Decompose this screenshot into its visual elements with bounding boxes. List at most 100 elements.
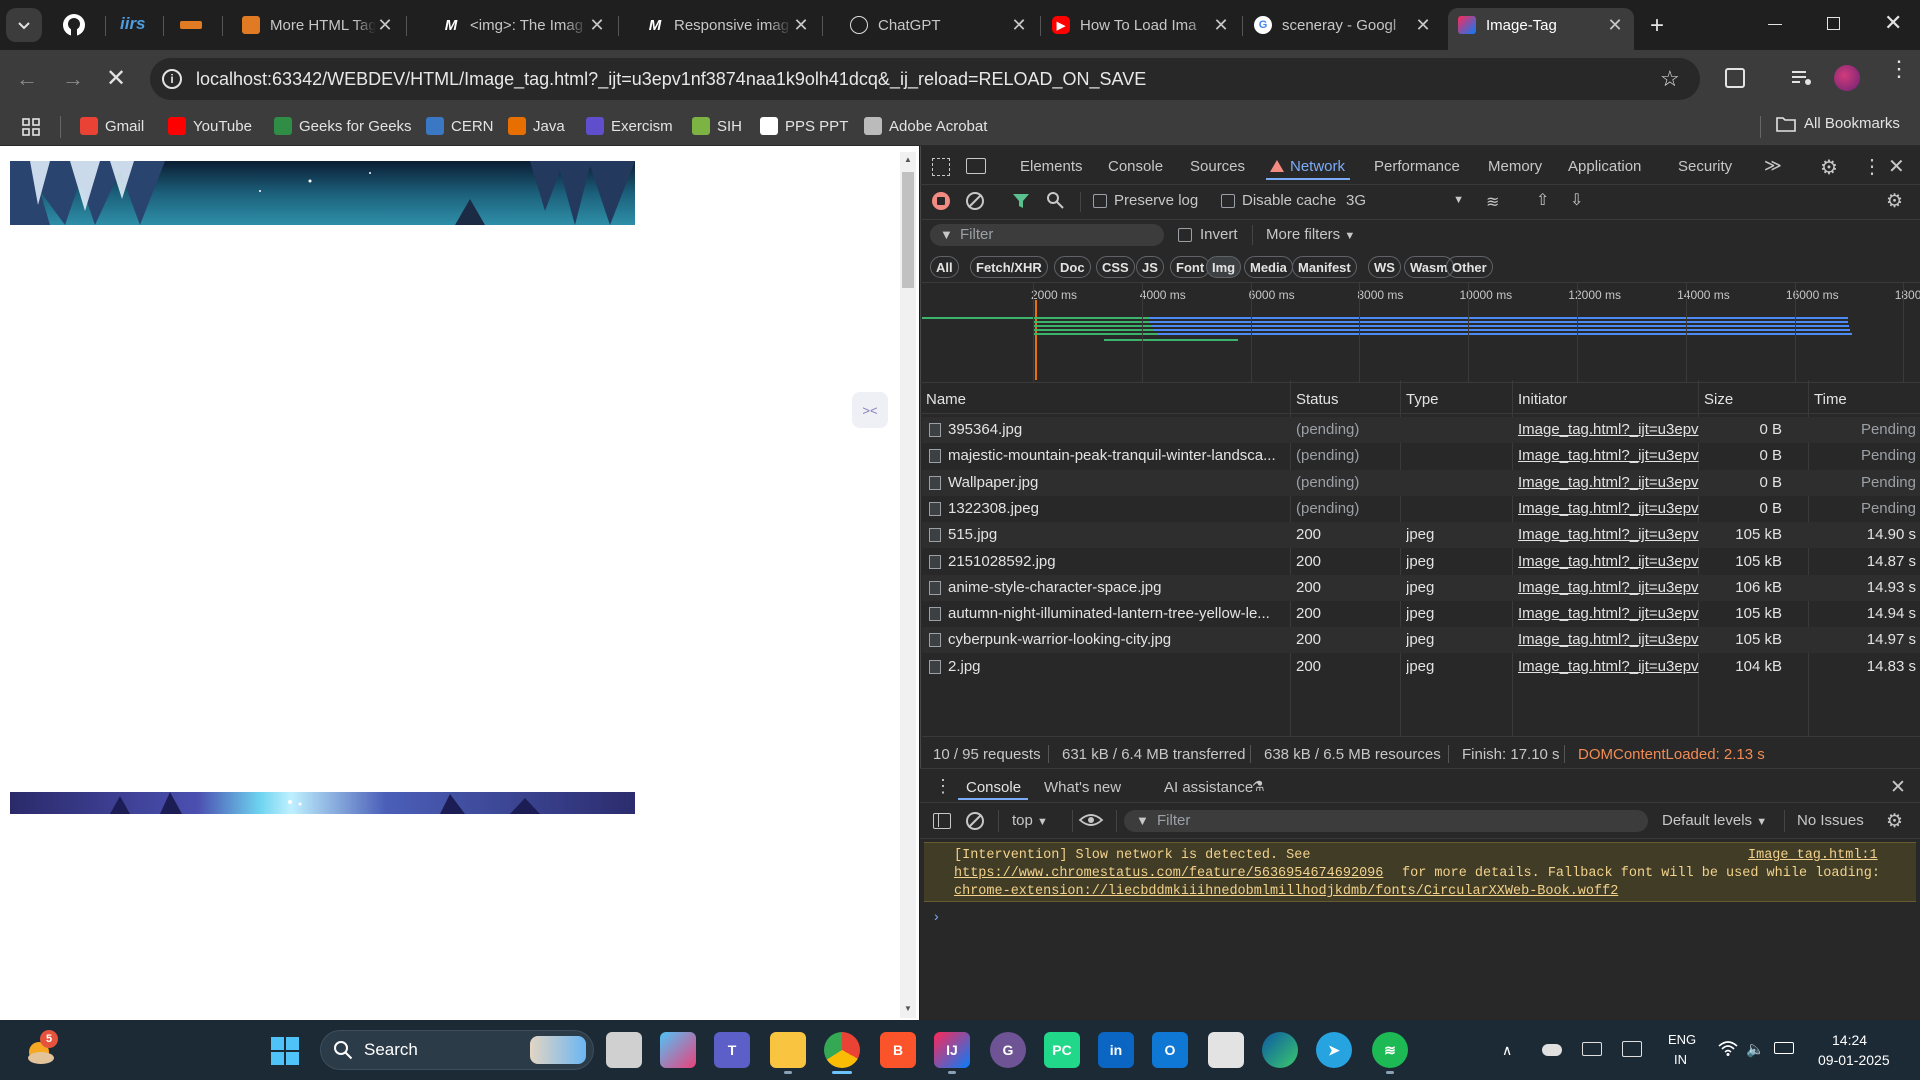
page-image-1[interactable]: [10, 161, 635, 225]
network-conditions-icon[interactable]: ≋: [1486, 192, 1499, 212]
request-row[interactable]: majestic-mountain-peak-tranquil-winter-l…: [922, 443, 1920, 469]
record-button[interactable]: [932, 192, 950, 210]
tab-4[interactable]: M <img>: The Imag ✕: [432, 8, 616, 42]
type-filter-css[interactable]: CSS: [1096, 256, 1135, 278]
search-icon[interactable]: [1046, 191, 1064, 209]
store-icon[interactable]: [1208, 1032, 1244, 1068]
all-bookmarks[interactable]: All Bookmarks: [1776, 115, 1900, 132]
task-view-icon[interactable]: [606, 1032, 642, 1068]
forward-button[interactable]: →: [62, 66, 84, 92]
type-filter-img[interactable]: Img: [1206, 256, 1242, 278]
scroll-down-arrow[interactable]: ▼: [904, 1004, 912, 1013]
course-tab-icon[interactable]: [180, 21, 202, 29]
bookmark-cern[interactable]: CERN: [426, 115, 494, 137]
issues-counter[interactable]: No Issues: [1797, 812, 1864, 829]
column-header-size[interactable]: Size: [1704, 391, 1733, 408]
tab-5[interactable]: M Responsive imag ✕: [636, 8, 820, 42]
devtools-menu-icon[interactable]: ⋮: [1862, 154, 1882, 179]
show-hidden-icons[interactable]: ∧: [1502, 1042, 1512, 1059]
device-toolbar-icon[interactable]: [966, 158, 986, 174]
type-filter-js[interactable]: JS: [1136, 256, 1164, 278]
request-row[interactable]: 1322308.jpeg (pending) Image_tag.html?_ijt…: [922, 496, 1920, 522]
site-info-icon[interactable]: i: [162, 69, 182, 89]
devtools-tab-console[interactable]: Console: [1108, 158, 1163, 175]
column-header-status[interactable]: Status: [1296, 391, 1339, 408]
devtools-tab-memory[interactable]: Memory: [1488, 158, 1542, 175]
disable-cache-checkbox[interactable]: [1221, 194, 1235, 208]
tab-search-button[interactable]: [6, 8, 42, 42]
live-expression-eye-icon[interactable]: [1078, 812, 1104, 828]
invert-checkbox[interactable]: [1178, 228, 1192, 242]
tab-3[interactable]: More HTML Tags ✕: [232, 8, 404, 42]
battery-icon[interactable]: [1774, 1042, 1794, 1054]
linkedin-icon[interactable]: in: [1098, 1032, 1134, 1068]
tab-9[interactable]: Image-Tag ✕: [1448, 8, 1634, 50]
devtools-tab-elements[interactable]: Elements: [1020, 158, 1083, 175]
type-filter-other[interactable]: Other: [1446, 256, 1493, 278]
bookmark-youtube[interactable]: YouTube: [168, 115, 252, 137]
profile-avatar[interactable]: [1834, 65, 1860, 91]
bookmark-star-icon[interactable]: ☆: [1660, 66, 1680, 92]
close-tab-icon[interactable]: ✕: [1010, 15, 1028, 36]
keyboard-icon[interactable]: [1582, 1042, 1602, 1056]
close-window-button[interactable]: ✕: [1884, 10, 1902, 36]
request-row[interactable]: Wallpaper.jpg (pending) Image_tag.html?_ij…: [922, 469, 1920, 496]
warning-source-link[interactable]: Image_tag.html:1: [1748, 848, 1878, 863]
request-row[interactable]: 515.jpg 200 jpeg Image_tag.html?_ijt=u3epv 1…: [922, 522, 1920, 549]
file-explorer-icon[interactable]: [770, 1032, 806, 1068]
extensions-icon[interactable]: [1725, 68, 1745, 88]
bookmark-geeks-for-geeks[interactable]: Geeks for Geeks: [274, 115, 412, 137]
bookmark-sih[interactable]: SIH: [692, 115, 742, 137]
bookmark-adobe-acrobat[interactable]: Adobe Acrobat: [864, 115, 987, 137]
iirs-tab-icon[interactable]: iirs: [120, 14, 146, 34]
close-tab-icon[interactable]: ✕: [1606, 15, 1624, 36]
network-settings-icon[interactable]: ⚙: [1886, 190, 1903, 213]
page-image-2[interactable]: [10, 792, 635, 814]
request-row[interactable]: 2.jpg 200 jpeg Image_tag.html?_ijt=u3epv 104…: [922, 654, 1920, 680]
media-controls-icon[interactable]: [1792, 70, 1812, 86]
more-filters-dropdown[interactable]: More filters ▼: [1266, 226, 1355, 243]
request-row[interactable]: 395364.jpg (pending) Image_tag.html?_ijt=u…: [922, 417, 1920, 443]
devtools-close-icon[interactable]: ✕: [1888, 154, 1905, 179]
github-tab-icon[interactable]: [62, 13, 86, 37]
type-filter-manifest[interactable]: Manifest: [1292, 256, 1357, 278]
start-button[interactable]: [270, 1036, 300, 1066]
column-header-type[interactable]: Type: [1406, 391, 1439, 408]
scroll-up-arrow[interactable]: ▲: [904, 155, 912, 164]
type-filter-doc[interactable]: Doc: [1054, 256, 1091, 278]
preserve-log-checkbox[interactable]: [1093, 194, 1107, 208]
bookmark-gmail[interactable]: Gmail: [80, 115, 144, 137]
drawer-tab-ai-assistance[interactable]: AI assistance: [1164, 779, 1253, 796]
teams-icon[interactable]: T: [714, 1032, 750, 1068]
devtools-tab-sources[interactable]: Sources: [1190, 158, 1245, 175]
devtools-tab-security[interactable]: Security: [1678, 158, 1732, 175]
log-levels-select[interactable]: Default levels ▼: [1662, 812, 1767, 829]
drawer-tab-console[interactable]: Console: [966, 779, 1021, 796]
console-filter-input[interactable]: [1124, 810, 1648, 832]
intellij-icon[interactable]: IJ: [934, 1032, 970, 1068]
context-select[interactable]: top ▼: [1012, 812, 1048, 829]
volume-icon[interactable]: 🔈: [1746, 1040, 1765, 1058]
spotify-icon[interactable]: ≋: [1372, 1032, 1408, 1068]
copilot-icon[interactable]: [660, 1032, 696, 1068]
github-desktop-icon[interactable]: G: [990, 1032, 1026, 1068]
chrome-icon[interactable]: [824, 1032, 860, 1068]
devtools-tab-network[interactable]: Network: [1290, 158, 1345, 175]
drawer-menu-icon[interactable]: ⋮: [934, 776, 952, 797]
column-header-time[interactable]: Time: [1814, 391, 1847, 408]
console-sidebar-icon[interactable]: [933, 813, 951, 829]
close-tab-icon[interactable]: ✕: [1414, 15, 1432, 36]
tab-6[interactable]: ChatGPT ✕: [840, 8, 1038, 42]
stop-loading-button[interactable]: ✕: [106, 64, 126, 93]
tab-8[interactable]: Gsceneray - Googl ✕: [1244, 8, 1442, 42]
more-tabs-icon[interactable]: ≫: [1764, 156, 1782, 176]
filter-funnel-icon[interactable]: [1012, 192, 1030, 210]
scrollbar-thumb[interactable]: [902, 172, 914, 288]
devtools-tab-performance[interactable]: Performance: [1374, 158, 1460, 175]
clock-time[interactable]: 14:24: [1832, 1032, 1867, 1048]
brave-icon[interactable]: B: [880, 1032, 916, 1068]
import-har-icon[interactable]: ⇧: [1536, 190, 1549, 210]
apps-grid-icon[interactable]: [22, 118, 40, 136]
throttle-select[interactable]: 3G ▼: [1346, 192, 1464, 209]
language-top[interactable]: ENG: [1668, 1032, 1696, 1047]
